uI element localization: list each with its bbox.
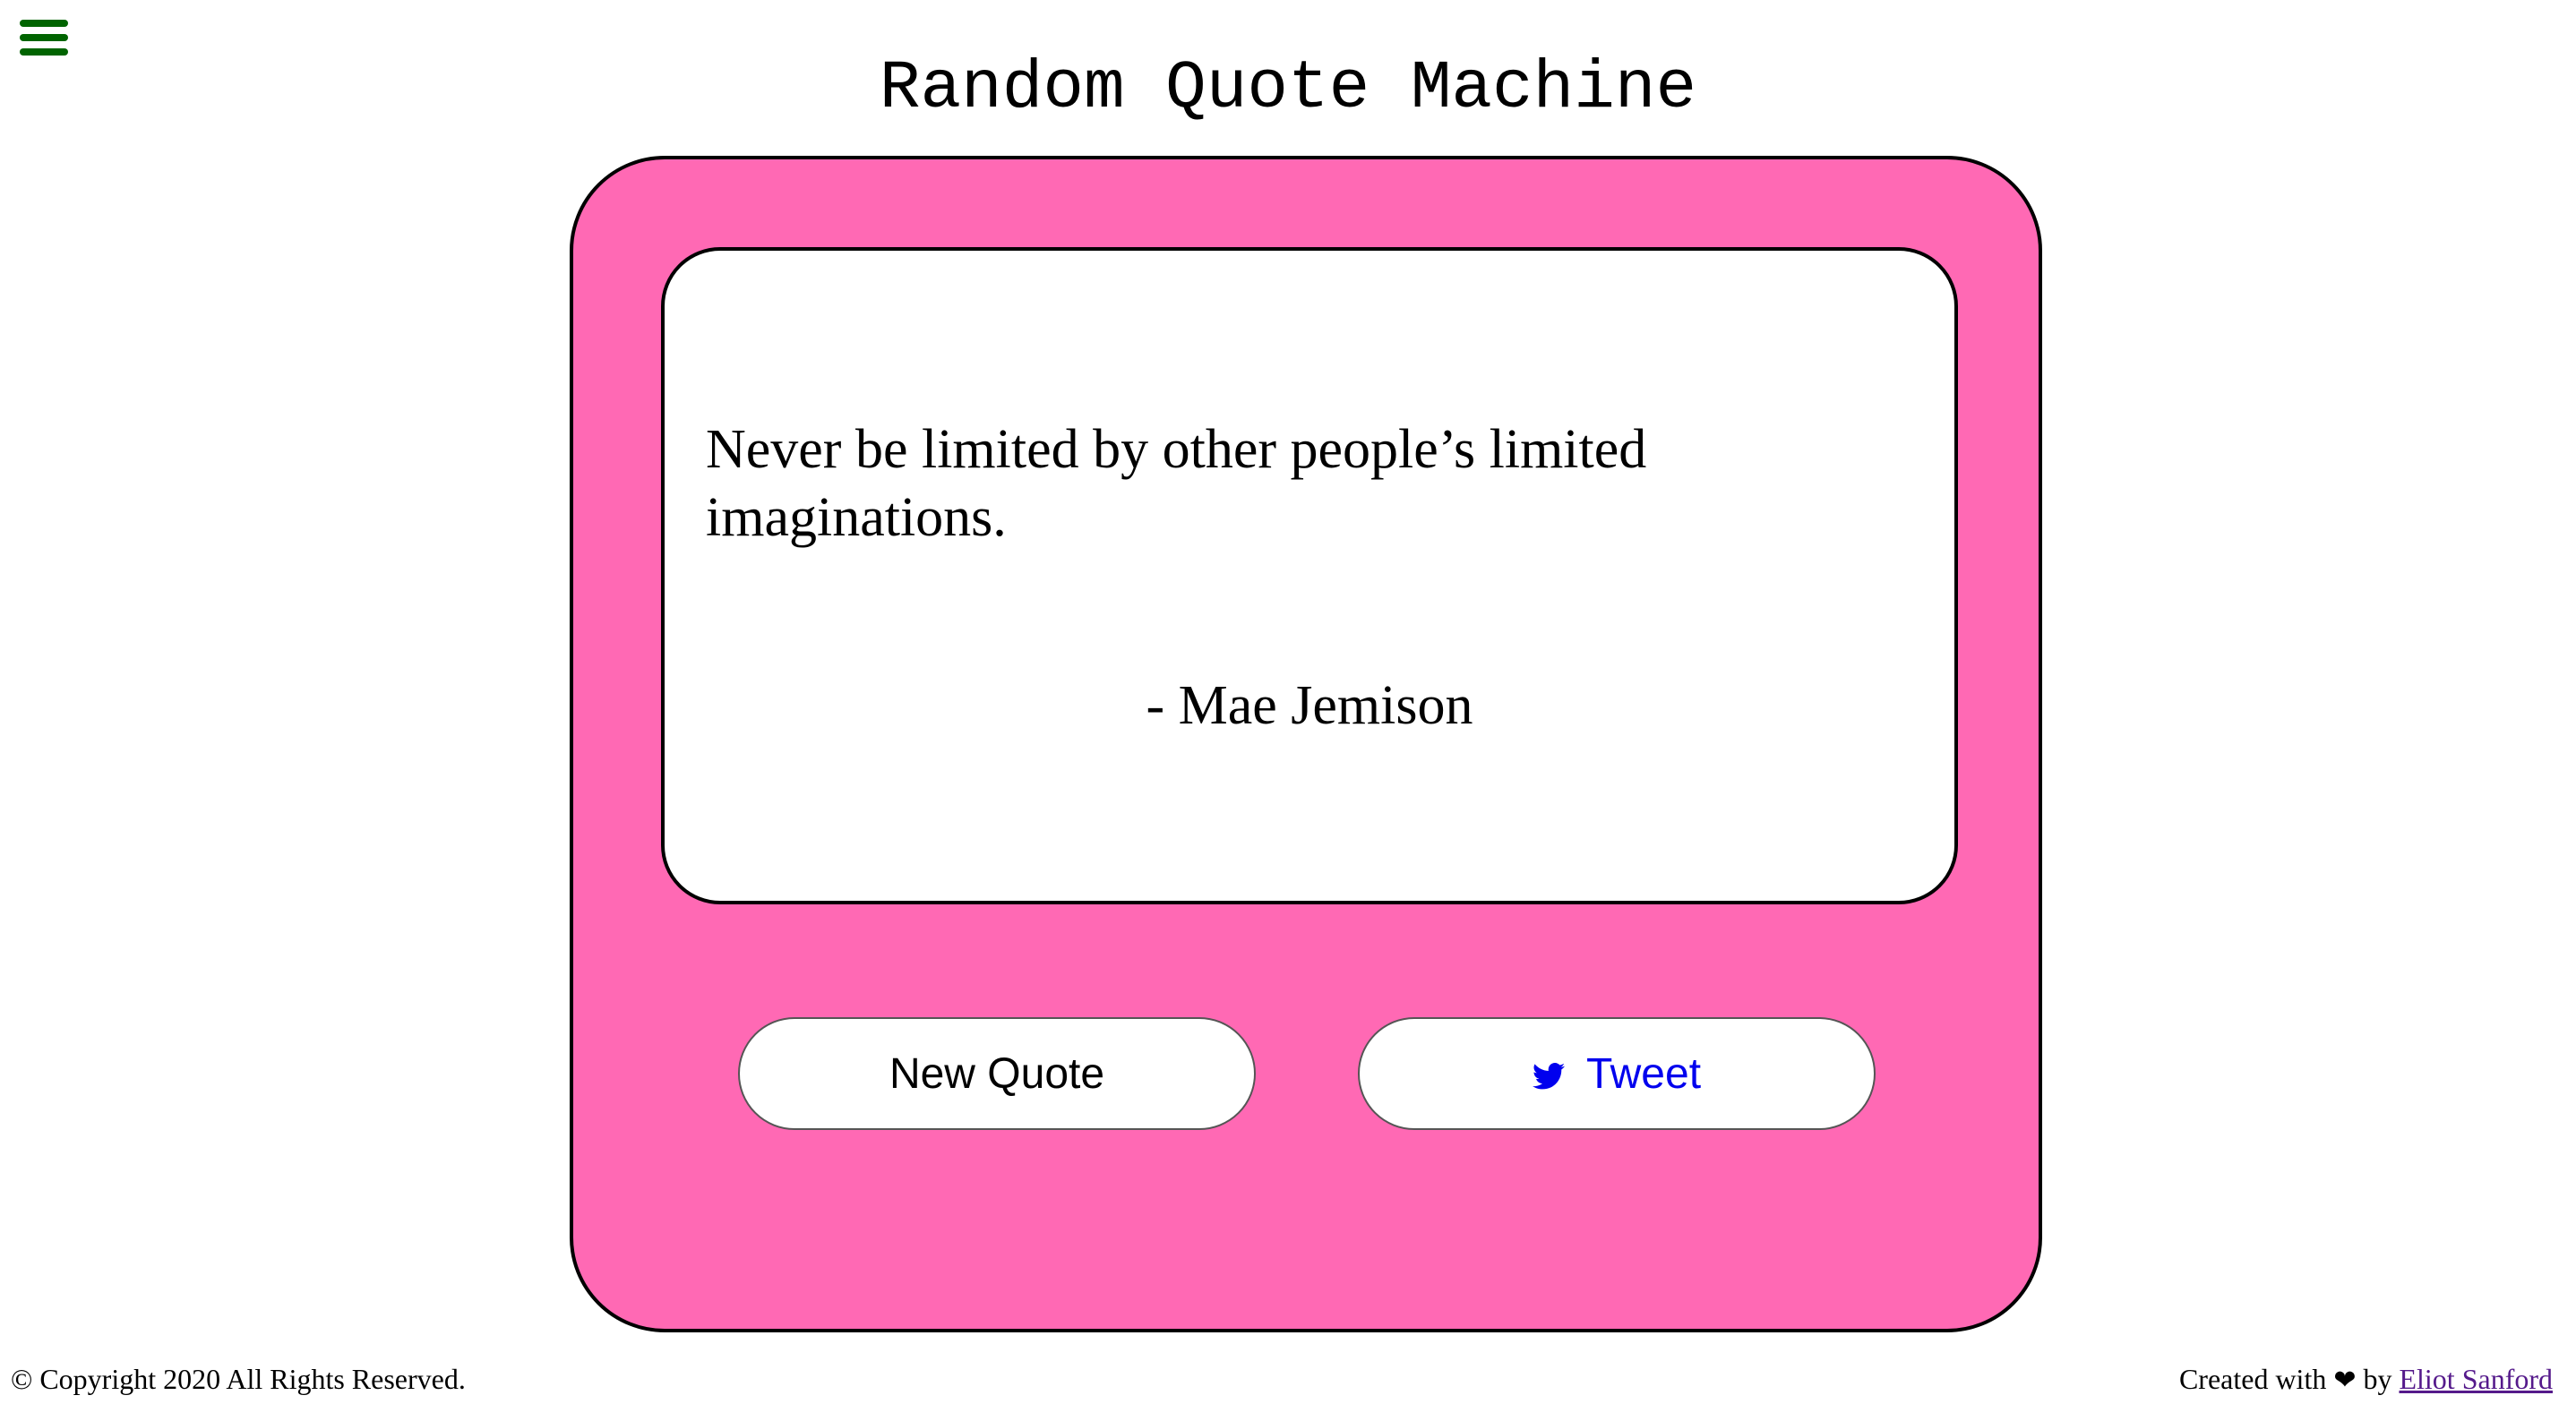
quote-author: - Mae Jemison <box>1146 675 1473 736</box>
author-link[interactable]: Eliot Sanford <box>2399 1363 2553 1395</box>
quote-text: Never be limited by other people’s limit… <box>706 419 1647 548</box>
new-quote-label: New Quote <box>889 1049 1105 1098</box>
heart-icon: ❤ <box>2333 1365 2357 1396</box>
footer-credit: Created with ❤ by Eliot Sanford <box>2179 1361 2553 1399</box>
quote-card: Never be limited by other people’s limit… <box>661 247 1958 904</box>
quote-box: Never be limited by other people’s limit… <box>570 156 2042 1332</box>
tweet-button[interactable]: Tweet <box>1358 1017 1876 1130</box>
menu-bar <box>20 34 68 41</box>
created-with-text: Created with <box>2178 1363 2327 1395</box>
tweet-label: Tweet <box>1585 1049 1702 1098</box>
copyright-text: © Copyright 2020 All Rights Reserved. <box>11 1363 466 1395</box>
by-text: by <box>2363 1363 2392 1395</box>
twitter-bird-icon <box>1532 1063 1565 1090</box>
page-title: Random Quote Machine <box>879 50 1697 127</box>
new-quote-button[interactable]: New Quote <box>738 1017 1256 1130</box>
menu-bar <box>20 20 68 27</box>
